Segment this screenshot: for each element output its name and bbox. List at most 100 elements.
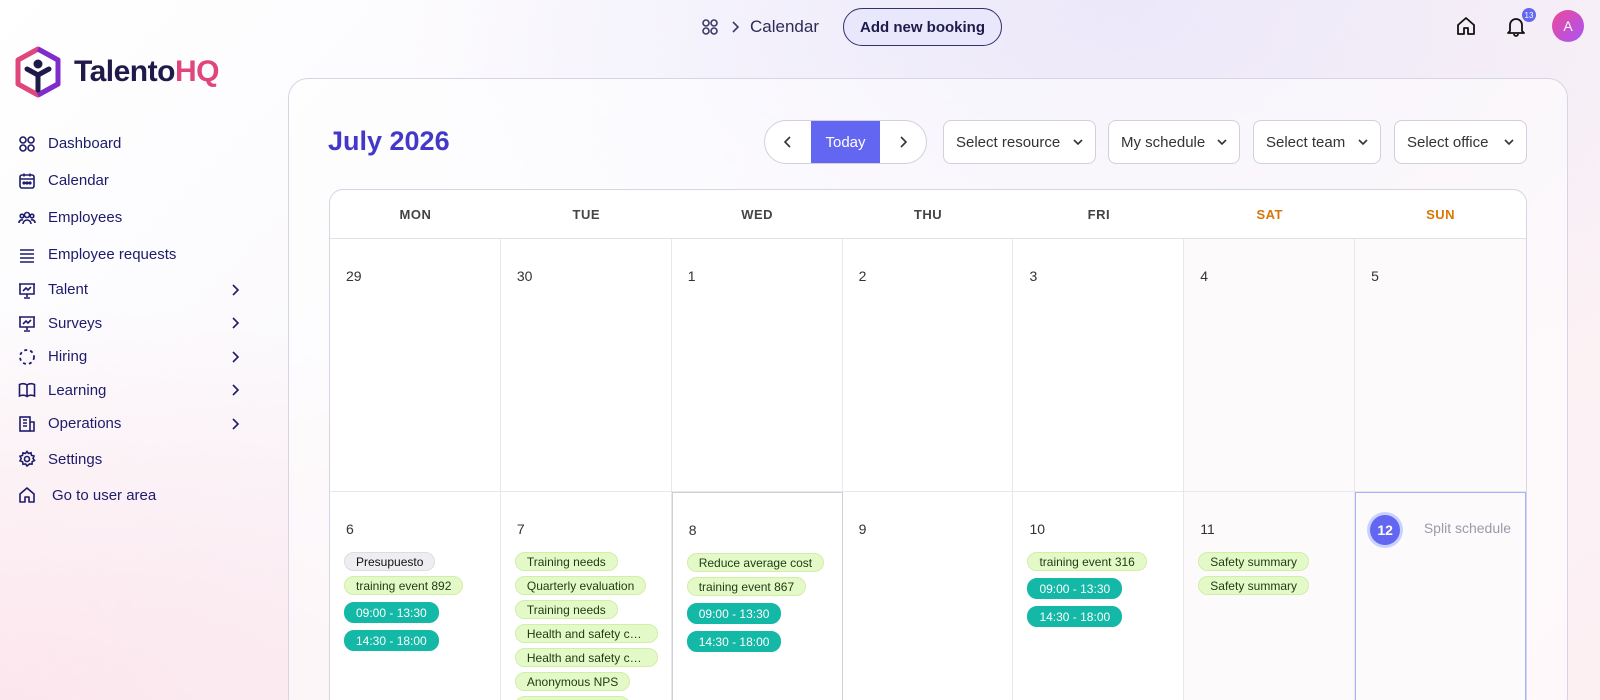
day-number: 12 bbox=[1370, 515, 1401, 545]
schedule-dropdown[interactable]: My schedule bbox=[1108, 120, 1240, 164]
day-cell[interactable]: 10 training event 316 09:00 - 13:30 14:30 -… bbox=[1013, 492, 1185, 700]
day-number: 11 bbox=[1200, 521, 1215, 537]
day-cell[interactable]: 6 Presupuesto training event 892 09:00 - 13… bbox=[330, 492, 501, 700]
event-chip[interactable]: Health and safety check bbox=[514, 624, 658, 643]
event-list: Presupuesto training event 892 09:00 - 13:… bbox=[344, 552, 500, 651]
shift-chip[interactable]: 09:00 - 13:30 bbox=[686, 603, 782, 624]
event-chip[interactable]: training event 316 bbox=[1027, 552, 1147, 571]
day-cell[interactable]: 30 bbox=[501, 239, 672, 491]
sidebar-item-label: Calendar bbox=[48, 172, 109, 189]
avatar[interactable]: A bbox=[1552, 10, 1584, 42]
sidebar-item-surveys[interactable]: Surveys bbox=[18, 307, 240, 341]
event-chip[interactable]: Safety summary bbox=[1198, 552, 1309, 571]
add-new-booking-button[interactable]: Add new booking bbox=[843, 8, 1002, 46]
sidebar-item-dashboard[interactable]: Dashboard bbox=[18, 125, 240, 162]
shift-chip[interactable]: 09:00 - 13:30 bbox=[344, 602, 439, 623]
select-team-value: Select team bbox=[1266, 133, 1346, 151]
brand-logo[interactable]: TalentoHQ bbox=[14, 46, 219, 98]
chevron-right-icon[interactable] bbox=[230, 350, 240, 364]
sidebar-item-label: Learning bbox=[48, 381, 107, 399]
chevron-right-icon[interactable] bbox=[230, 316, 240, 330]
sidebar-item-operations[interactable]: Operations bbox=[18, 407, 240, 441]
day-cell[interactable]: 3 bbox=[1013, 239, 1185, 491]
shift-chip[interactable]: 14:30 - 18:00 bbox=[1027, 606, 1123, 627]
home-icon[interactable] bbox=[1452, 12, 1480, 40]
notifications-bell-icon[interactable]: 13 bbox=[1502, 8, 1536, 40]
sidebar-item-label: Employees bbox=[48, 209, 123, 226]
chevron-down-icon bbox=[1356, 135, 1370, 149]
day-cell[interactable]: 2 bbox=[843, 239, 1014, 491]
weekday-sun: SUN bbox=[1426, 206, 1456, 222]
day-cell[interactable]: 1 bbox=[672, 239, 843, 491]
day-cell[interactable]: 7 Training needs Quarterly evaluation Train… bbox=[501, 492, 672, 700]
shift-chip[interactable]: 14:30 - 18:00 bbox=[344, 630, 439, 651]
event-chip[interactable]: Presupuesto bbox=[344, 552, 436, 571]
day-cell[interactable]: 12 Split schedule bbox=[1355, 492, 1526, 700]
chevron-right-icon[interactable] bbox=[230, 383, 240, 397]
event-chip[interactable]: training event 892 bbox=[344, 576, 464, 595]
weekday-tue: TUE bbox=[572, 206, 601, 222]
event-chip[interactable]: Training needs bbox=[514, 552, 618, 571]
event-chip[interactable]: Health and safety check bbox=[514, 648, 658, 667]
sidebar-item-go-to-user-area[interactable]: Go to user area bbox=[18, 478, 240, 513]
chevron-right-icon[interactable] bbox=[230, 283, 240, 297]
sidebar-item-employees[interactable]: Employees bbox=[18, 199, 240, 236]
select-office-dropdown[interactable]: Select office bbox=[1394, 120, 1527, 164]
weekday-thu: THU bbox=[913, 206, 943, 222]
shift-chip[interactable]: 09:00 - 13:30 bbox=[1027, 578, 1123, 599]
day-note: Split schedule bbox=[1423, 520, 1512, 536]
day-cell[interactable]: 4 bbox=[1184, 239, 1356, 491]
weekday-wed: WED bbox=[741, 206, 774, 222]
gear-icon bbox=[18, 450, 36, 468]
event-chip[interactable]: Safety summary bbox=[1198, 576, 1309, 595]
sidebar-item-hiring[interactable]: Hiring bbox=[18, 340, 240, 374]
sidebar-item-label: Surveys bbox=[48, 314, 103, 332]
chevron-right-icon[interactable] bbox=[230, 417, 240, 431]
day-number: 2 bbox=[858, 268, 867, 284]
day-cell[interactable]: 5 bbox=[1355, 239, 1526, 491]
next-month-button[interactable] bbox=[880, 121, 926, 163]
shift-chip[interactable]: 14:30 - 18:00 bbox=[686, 631, 782, 652]
day-number: 8 bbox=[688, 522, 697, 538]
day-number: 29 bbox=[346, 268, 362, 284]
date-navigation: Today bbox=[764, 120, 927, 164]
event-list: training event 316 09:00 - 13:30 14:30 - 1… bbox=[1027, 552, 1183, 627]
today-button[interactable]: Today bbox=[811, 121, 880, 163]
top-bar: Calendar Add new booking bbox=[700, 8, 1002, 46]
day-number: 10 bbox=[1029, 521, 1046, 537]
chevron-down-icon bbox=[1215, 135, 1229, 149]
sidebar-item-talent[interactable]: Talent bbox=[18, 273, 240, 307]
week-row: 6 Presupuesto training event 892 09:00 - 13… bbox=[330, 492, 1526, 700]
event-chip[interactable]: Anonymous NPS bbox=[514, 696, 631, 700]
previous-month-button[interactable] bbox=[765, 121, 811, 163]
home-icon bbox=[18, 486, 36, 504]
users-icon bbox=[18, 209, 36, 227]
event-chip[interactable]: Reduce average cost bbox=[686, 553, 825, 572]
sidebar-item-settings[interactable]: Settings bbox=[18, 441, 240, 478]
event-chip[interactable]: Anonymous NPS bbox=[514, 672, 631, 691]
select-resource-dropdown[interactable]: Select resource bbox=[943, 120, 1096, 164]
sidebar-item-calendar[interactable]: Calendar bbox=[18, 162, 240, 199]
day-cell[interactable]: 8 Reduce average cost training event 867 09… bbox=[671, 492, 843, 700]
grid-icon bbox=[18, 135, 36, 153]
select-office-value: Select office bbox=[1407, 133, 1489, 151]
sidebar-item-label: Talent bbox=[48, 281, 89, 299]
event-chip[interactable]: Training needs bbox=[514, 600, 618, 619]
day-number: 7 bbox=[516, 521, 525, 537]
event-chip[interactable]: Quarterly evaluation bbox=[514, 576, 647, 595]
event-chip[interactable]: training event 867 bbox=[686, 577, 807, 596]
logo-cube-icon bbox=[15, 46, 61, 98]
day-cell[interactable]: 11 Safety summary Safety summary bbox=[1184, 492, 1356, 700]
select-team-dropdown[interactable]: Select team bbox=[1253, 120, 1381, 164]
day-cell[interactable]: 29 bbox=[330, 239, 501, 491]
apps-grid-icon[interactable] bbox=[700, 17, 720, 37]
day-cell[interactable]: 9 bbox=[843, 492, 1014, 700]
weekday-header: MON TUE WED THU FRI SAT SUN bbox=[330, 190, 1526, 239]
day-number: 30 bbox=[516, 268, 533, 284]
dashed-circle-icon bbox=[18, 348, 36, 366]
sidebar-item-employee-requests[interactable]: Employee requests bbox=[18, 236, 240, 273]
sidebar-item-learning[interactable]: Learning bbox=[18, 374, 240, 408]
sidebar-item-label: Hiring bbox=[48, 348, 88, 366]
sidebar-nav: Dashboard Calendar Employees Employee reque… bbox=[18, 125, 240, 513]
building-icon bbox=[18, 415, 36, 433]
